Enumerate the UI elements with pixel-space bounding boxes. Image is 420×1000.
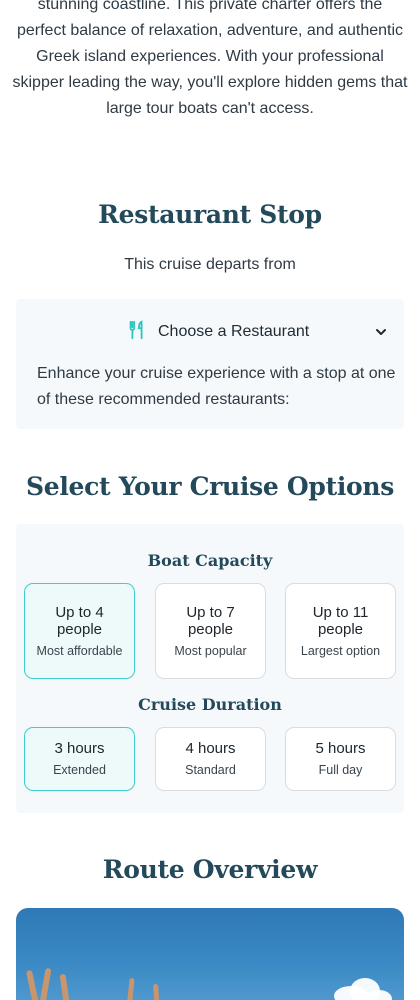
intro-paragraph: stunning coastline. This private charter…: [12, 0, 408, 117]
option-note: Standard: [185, 763, 236, 777]
option-note: Most popular: [174, 643, 247, 658]
restaurant-card: Choose a Restaurant Enhance your cruise …: [16, 299, 404, 429]
option-label: 4 hours: [185, 740, 236, 757]
restaurant-description: Enhance your cruise experience with a st…: [37, 365, 396, 408]
route-overview-title: Route Overview: [102, 855, 318, 884]
cruise-duration-heading: Cruise Duration: [138, 695, 282, 714]
capacity-option-7[interactable]: Up to 7 people Most popular: [155, 583, 266, 679]
capacity-option-4[interactable]: Up to 4 people Most affordable: [24, 583, 135, 679]
option-note: Most affordable: [36, 643, 123, 658]
capacity-option-11[interactable]: Up to 11 people Largest option: [285, 583, 396, 679]
option-note: Full day: [318, 763, 363, 777]
departs-text: This cruise departs from: [124, 256, 296, 273]
restaurant-stop-title: Restaurant Stop: [98, 200, 322, 229]
duration-option-3h[interactable]: 3 hours Extended: [24, 727, 135, 791]
cruise-options-title: Select Your Cruise Options: [25, 472, 395, 501]
option-label: Up to 11 people: [312, 603, 369, 638]
boat-capacity-heading: Boat Capacity: [147, 551, 273, 570]
fork-knife-icon: [126, 319, 158, 345]
option-label: Up to 4 people: [55, 603, 104, 638]
duration-option-4h[interactable]: 4 hours Standard: [155, 727, 266, 791]
choose-restaurant-label: Choose a Restaurant: [158, 323, 310, 340]
option-note: Extended: [53, 763, 106, 777]
option-label: Up to 7 people: [186, 603, 235, 638]
option-label: 5 hours: [315, 740, 366, 757]
duration-option-5h[interactable]: 5 hours Full day: [285, 727, 396, 791]
option-note: Largest option: [300, 643, 381, 658]
route-photo: [16, 908, 404, 1000]
option-label: 3 hours: [54, 740, 105, 757]
choose-restaurant-toggle[interactable]: Choose a Restaurant: [126, 317, 406, 347]
cruise-options-card: Boat Capacity Up to 4 people Most afford…: [16, 524, 404, 813]
